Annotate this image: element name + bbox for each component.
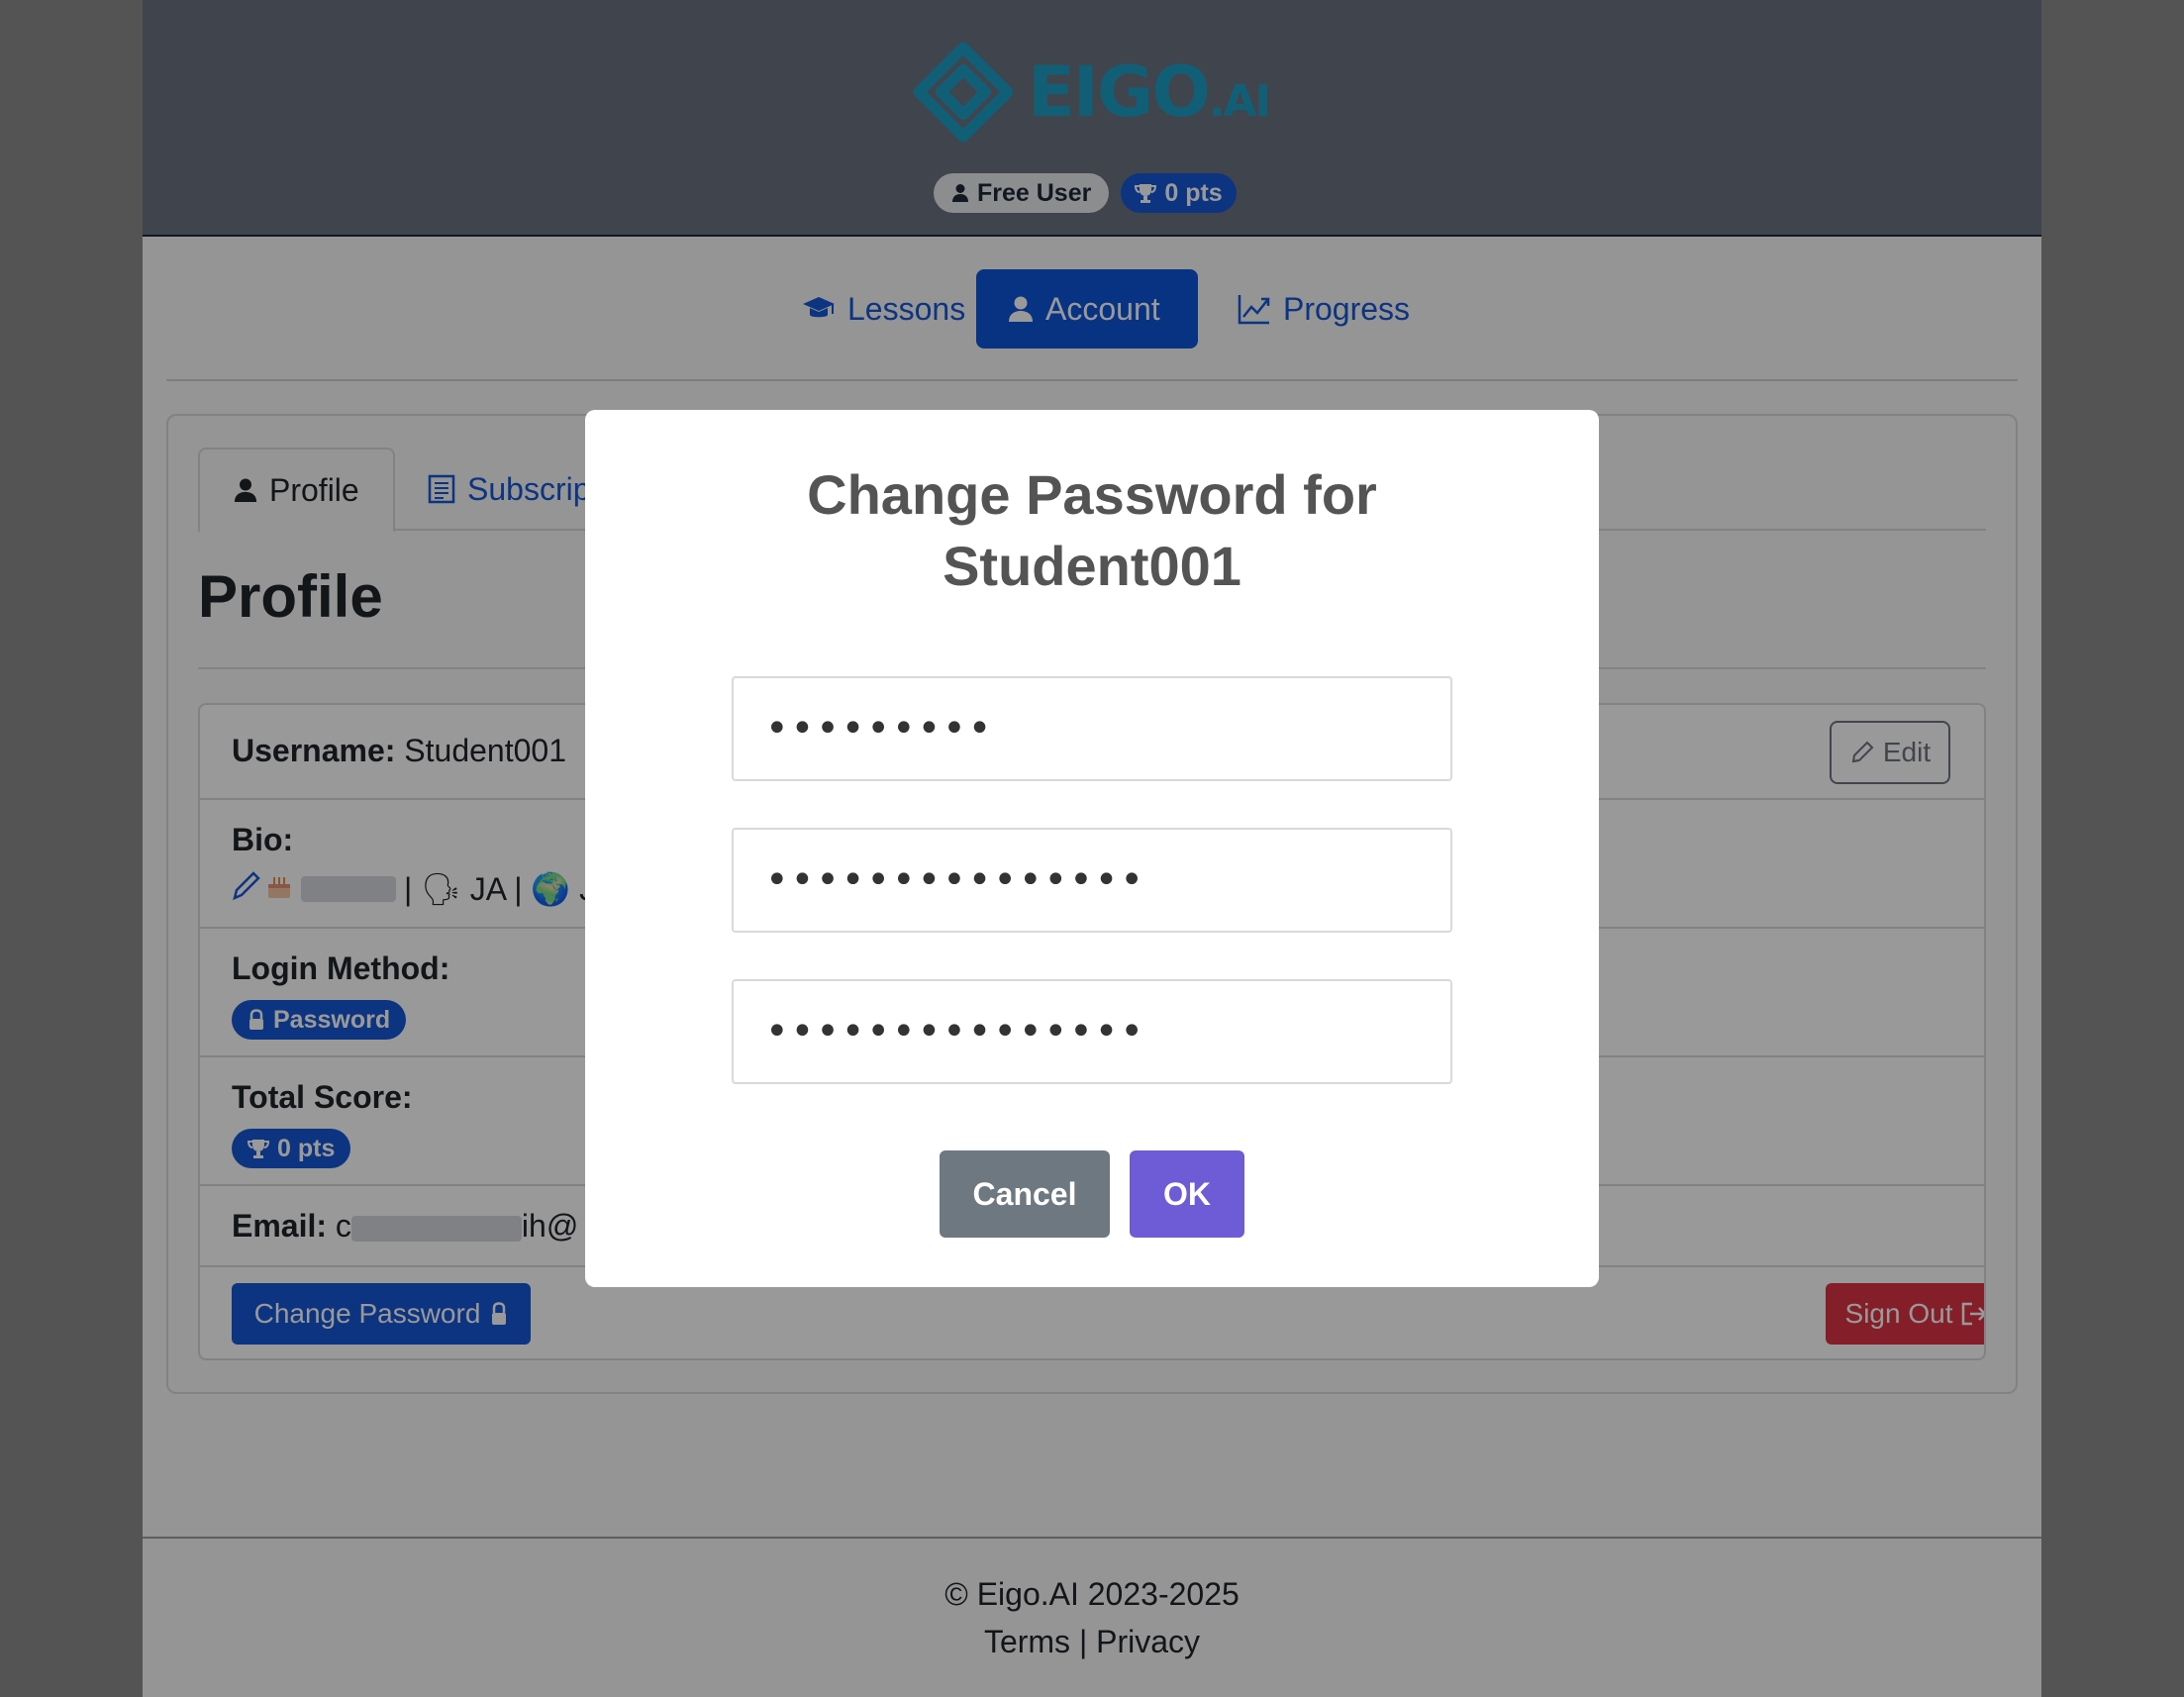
change-password-dialog: Change Password for Student001 Cancel OK [585,410,1599,1287]
dialog-title: Change Password for Student001 [807,463,1377,597]
current-password-input[interactable] [732,676,1452,781]
confirm-password-input[interactable] [732,979,1452,1084]
ok-button[interactable]: OK [1130,1150,1244,1238]
cancel-button[interactable]: Cancel [940,1150,1110,1238]
new-password-input[interactable] [732,828,1452,933]
